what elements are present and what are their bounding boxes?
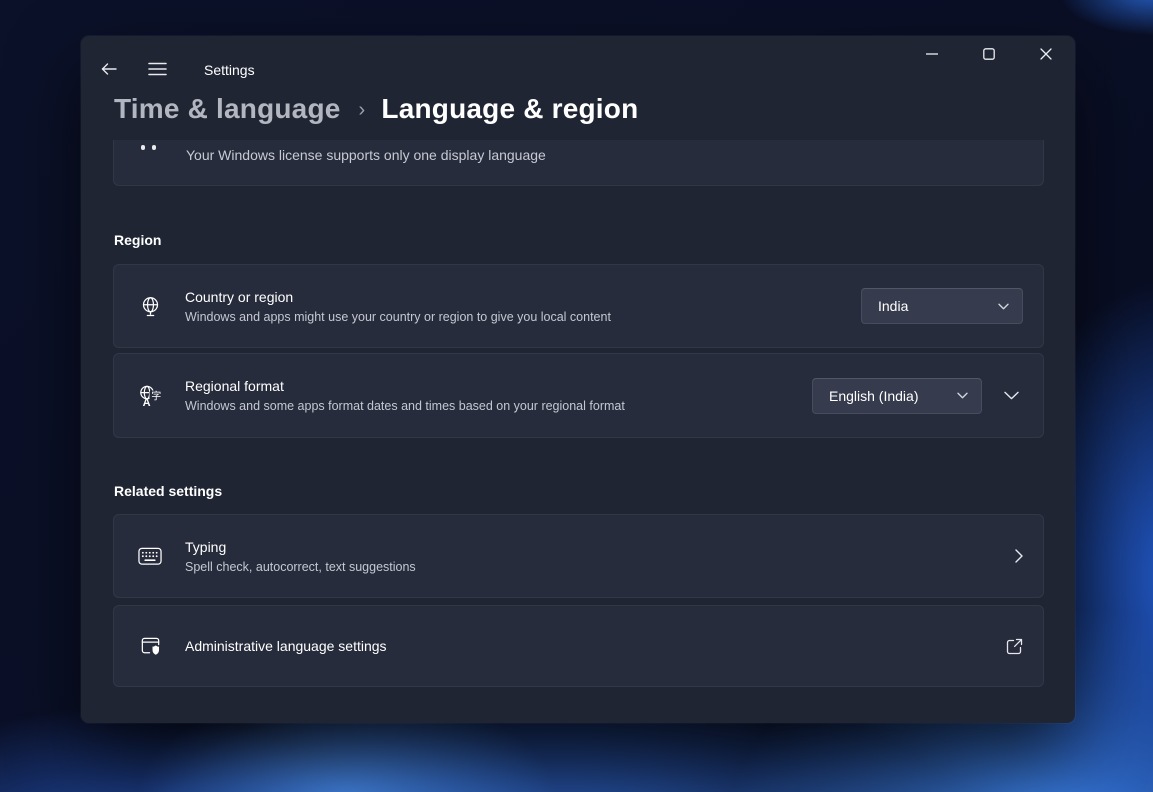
settings-window: Settings Time & language › Language & re… (81, 36, 1075, 723)
minimize-button[interactable] (909, 38, 955, 70)
partial-icon-dots (141, 145, 186, 150)
typing-row-text: Typing Spell check, autocorrect, text su… (185, 538, 1015, 575)
country-dropdown-value: India (878, 298, 908, 314)
svg-text:A: A (143, 396, 151, 407)
app-title: Settings (204, 62, 255, 78)
regional-format-dropdown[interactable]: English (India) (812, 378, 982, 414)
administrative-language-settings-row[interactable]: Administrative language settings (113, 605, 1044, 687)
country-row-title: Country or region (185, 288, 841, 306)
maximize-button[interactable] (966, 38, 1012, 70)
keyboard-icon (138, 547, 162, 566)
typing-row-controls (1015, 549, 1023, 563)
globe-icon (138, 295, 162, 318)
license-notice-text: Your Windows license supports only one d… (186, 147, 546, 163)
chevron-right-icon (1015, 549, 1023, 563)
caption-controls (909, 38, 1069, 70)
country-dropdown[interactable]: India (861, 288, 1023, 324)
regional-format-dropdown-value: English (India) (829, 388, 919, 404)
chevron-down-icon (957, 392, 968, 399)
translate-globe-icon: 字 A (138, 384, 162, 408)
section-header-related-settings: Related settings (114, 483, 222, 499)
country-or-region-row: Country or region Windows and apps might… (113, 264, 1044, 348)
country-row-subtitle: Windows and apps might use your country … (185, 309, 841, 325)
admin-row-controls (1006, 638, 1023, 655)
typing-row-title: Typing (185, 538, 995, 556)
format-row-controls: English (India) (812, 378, 1023, 414)
navigation-menu-button[interactable] (143, 56, 171, 82)
admin-row-title: Administrative language settings (185, 637, 986, 655)
expand-row-button[interactable] (1000, 387, 1023, 404)
window-shield-icon (138, 635, 162, 658)
breadcrumb: Time & language › Language & region (114, 93, 638, 125)
country-row-controls: India (861, 288, 1023, 324)
external-link-icon (1006, 638, 1023, 655)
format-row-text: Regional format Windows and some apps fo… (185, 377, 812, 414)
format-row-title: Regional format (185, 377, 792, 395)
breadcrumb-separator-icon: › (359, 99, 366, 122)
typing-row-subtitle: Spell check, autocorrect, text suggestio… (185, 559, 995, 575)
admin-row-text: Administrative language settings (185, 637, 1006, 655)
regional-format-row: 字 A Regional format Windows and some app… (113, 353, 1044, 438)
close-button[interactable] (1023, 38, 1069, 70)
format-row-subtitle: Windows and some apps format dates and t… (185, 398, 792, 414)
back-button[interactable] (95, 56, 123, 82)
breadcrumb-time-language[interactable]: Time & language (114, 93, 341, 125)
license-notice-row: Your Windows license supports only one d… (113, 140, 1044, 186)
minimize-icon (926, 53, 938, 55)
hamburger-icon (148, 62, 167, 76)
section-header-region: Region (114, 232, 161, 248)
svg-text:字: 字 (151, 389, 161, 402)
arrow-left-icon (101, 62, 117, 76)
chevron-down-icon (998, 303, 1009, 310)
typing-row[interactable]: Typing Spell check, autocorrect, text su… (113, 514, 1044, 598)
maximize-icon (983, 48, 995, 60)
chevron-down-icon (1004, 391, 1019, 400)
country-row-text: Country or region Windows and apps might… (185, 288, 861, 325)
page-title: Language & region (381, 93, 638, 125)
close-icon (1040, 48, 1052, 60)
